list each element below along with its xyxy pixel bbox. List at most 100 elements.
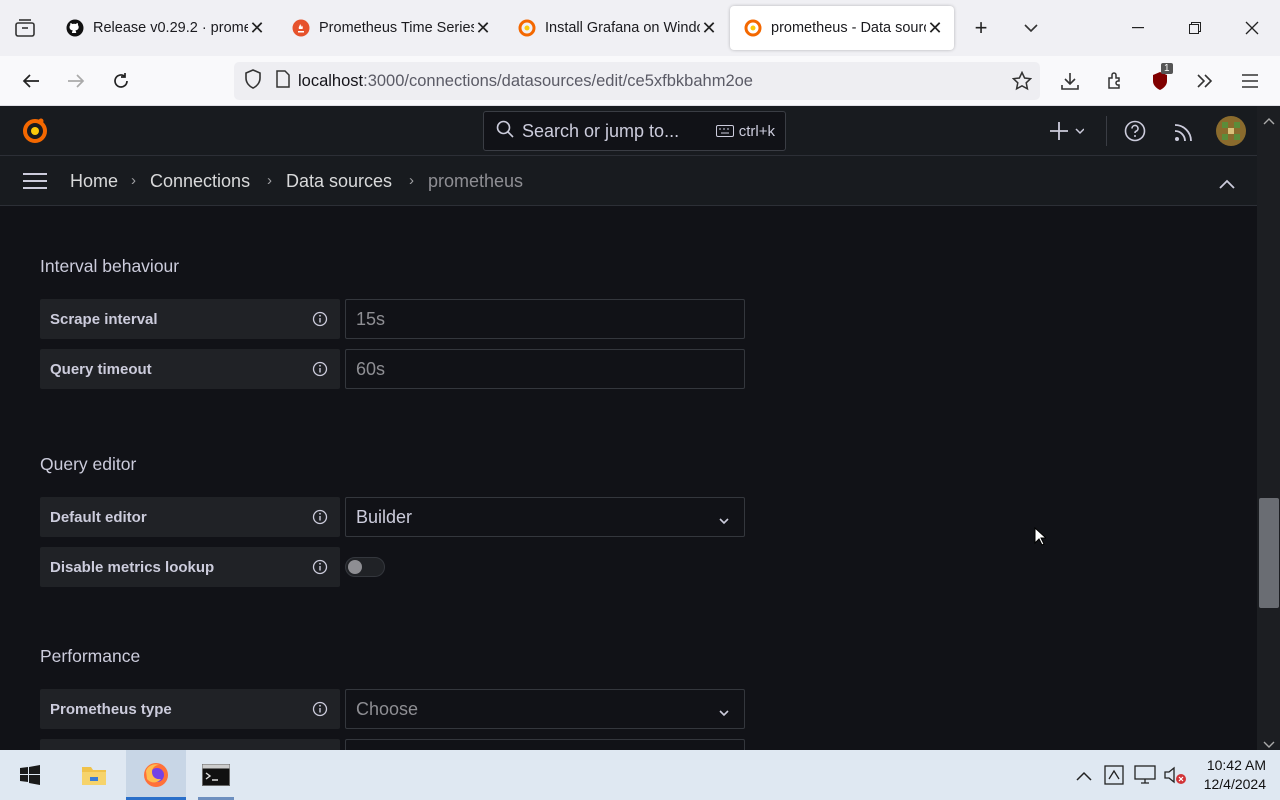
tab-list-icon[interactable] <box>0 0 50 56</box>
search-bar[interactable]: Search or jump to... ctrl+k <box>483 111 786 151</box>
avatar[interactable] <box>1216 116 1246 151</box>
restore-icon[interactable] <box>1166 0 1223 56</box>
folder-icon <box>82 767 106 785</box>
search-placeholder: Search or jump to... <box>522 120 680 141</box>
search-icon <box>496 120 514 143</box>
extension-badge: 1 <box>1161 63 1173 74</box>
url-bar[interactable]: localhost:3000/connections/datasources/e… <box>234 62 1040 100</box>
prometheus-type-select[interactable]: Choose <box>345 689 745 729</box>
clock-time: 10:42 AM <box>1206 757 1266 773</box>
disable-metrics-lookup-label: Disable metrics lookup <box>40 547 340 587</box>
grafana-icon <box>744 19 762 37</box>
default-editor-select[interactable]: Builder <box>345 497 745 537</box>
browser-tab-3-active[interactable]: prometheus - Data sources ✕ <box>730 6 954 50</box>
network-settings-icon[interactable] <box>1104 765 1124 790</box>
shield-icon[interactable] <box>244 68 262 94</box>
chevron-down-icon <box>718 703 730 724</box>
breadcrumb-separator: › <box>409 172 414 189</box>
breadcrumb-home[interactable]: Home <box>70 156 118 206</box>
tab-title: Prometheus Time Series Database <box>319 20 474 36</box>
close-tab-icon[interactable]: ✕ <box>474 18 492 39</box>
show-hidden-icons-icon[interactable] <box>1076 768 1092 786</box>
command-prompt-icon <box>202 764 230 786</box>
close-tab-icon[interactable]: ✕ <box>926 18 944 39</box>
breadcrumb-current: prometheus <box>428 171 524 191</box>
mouse-cursor-icon <box>1034 526 1048 551</box>
close-tab-icon[interactable]: ✕ <box>700 18 718 39</box>
github-icon <box>66 19 84 37</box>
close-window-icon[interactable] <box>1223 0 1280 56</box>
breadcrumb-separator: › <box>131 172 136 189</box>
breadcrumb-separator: › <box>267 172 272 189</box>
chevron-down-icon <box>718 511 730 532</box>
scrollbar-track[interactable] <box>1257 106 1280 750</box>
file-explorer-taskbar-button[interactable] <box>64 750 124 800</box>
browser-tab-2[interactable]: Install Grafana on Windows ✕ <box>504 6 728 50</box>
close-tab-icon[interactable]: ✕ <box>248 18 266 39</box>
bookmark-star-icon[interactable] <box>1011 70 1033 96</box>
section-title-performance: Performance <box>40 646 141 666</box>
info-icon[interactable] <box>312 509 328 525</box>
next-field-label-partial <box>40 739 340 750</box>
tab-title: Install Grafana on Windows <box>545 20 700 36</box>
browser-tab-0[interactable]: Release v0.29.2 · prometheus ✕ <box>52 6 276 50</box>
scrape-interval-input[interactable]: 15s <box>345 299 745 339</box>
search-shortcut: ctrl+k <box>715 123 775 140</box>
scroll-up-arrow-icon[interactable] <box>1263 112 1275 130</box>
volume-muted-icon[interactable] <box>1164 765 1188 790</box>
disable-metrics-lookup-toggle[interactable] <box>345 557 385 577</box>
downloads-icon[interactable] <box>1047 56 1092 106</box>
windows-start-icon[interactable] <box>20 765 40 790</box>
forward-icon[interactable] <box>53 56 98 106</box>
section-title-interval: Interval behaviour <box>40 256 180 276</box>
new-tab-icon[interactable]: + <box>956 0 1006 56</box>
breadcrumb-data-sources[interactable]: Data sources <box>286 156 392 206</box>
list-all-tabs-icon[interactable] <box>1006 0 1056 56</box>
firefox-icon <box>144 763 168 787</box>
overflow-chevrons-icon[interactable] <box>1182 56 1227 106</box>
scrape-interval-label: Scrape interval <box>40 299 340 339</box>
extensions-icon[interactable] <box>1092 56 1137 106</box>
collapse-chevron-up-icon[interactable] <box>1219 176 1235 194</box>
firefox-taskbar-button[interactable] <box>126 750 186 800</box>
page-info-icon[interactable] <box>276 69 290 93</box>
info-icon[interactable] <box>312 701 328 717</box>
default-editor-label: Default editor <box>40 497 340 537</box>
ublock-icon[interactable]: 1 <box>1137 56 1182 106</box>
system-clock[interactable]: 10:42 AM 12/4/2024 <box>1204 756 1266 794</box>
menu-toggle-icon[interactable] <box>22 172 48 195</box>
prometheus-icon <box>292 19 310 37</box>
breadcrumb: Home › Connections › Data sources › prom… <box>0 156 1257 206</box>
tab-title: Release v0.29.2 · prometheus <box>93 20 248 36</box>
windows-taskbar: 10:42 AM 12/4/2024 <box>0 750 1280 800</box>
tab-title: prometheus - Data sources <box>771 20 926 36</box>
grafana-icon <box>518 19 536 37</box>
keyboard-icon <box>715 125 734 137</box>
grafana-logo-icon[interactable] <box>20 116 50 151</box>
scrollbar-thumb[interactable] <box>1259 498 1279 608</box>
divider <box>1106 116 1107 146</box>
section-title-query-editor: Query editor <box>40 454 137 474</box>
prometheus-type-label: Prometheus type <box>40 689 340 729</box>
add-new-icon[interactable] <box>1048 119 1085 148</box>
browser-tab-1[interactable]: Prometheus Time Series Database ✕ <box>278 6 502 50</box>
breadcrumb-connections[interactable]: Connections <box>150 156 250 206</box>
toggle-knob <box>348 560 362 574</box>
datasource-settings-content: Interval behaviour Scrape interval 15s Q… <box>0 206 1257 750</box>
reload-icon[interactable] <box>98 56 143 106</box>
info-icon[interactable] <box>312 559 328 575</box>
menu-hamburger-icon[interactable] <box>1227 56 1272 106</box>
back-icon[interactable] <box>8 56 53 106</box>
query-timeout-input[interactable]: 60s <box>345 349 745 389</box>
query-timeout-label: Query timeout <box>40 349 340 389</box>
help-icon[interactable] <box>1124 120 1146 147</box>
info-icon[interactable] <box>312 361 328 377</box>
info-icon[interactable] <box>312 311 328 327</box>
news-rss-icon[interactable] <box>1174 122 1194 147</box>
next-field-select-partial[interactable] <box>345 739 745 750</box>
display-icon[interactable] <box>1134 765 1156 790</box>
clock-date: 12/4/2024 <box>1203 776 1266 792</box>
terminal-taskbar-button[interactable] <box>186 750 246 800</box>
minimize-icon[interactable] <box>1109 0 1166 56</box>
grafana-top-bar: Search or jump to... ctrl+k <box>0 106 1257 156</box>
